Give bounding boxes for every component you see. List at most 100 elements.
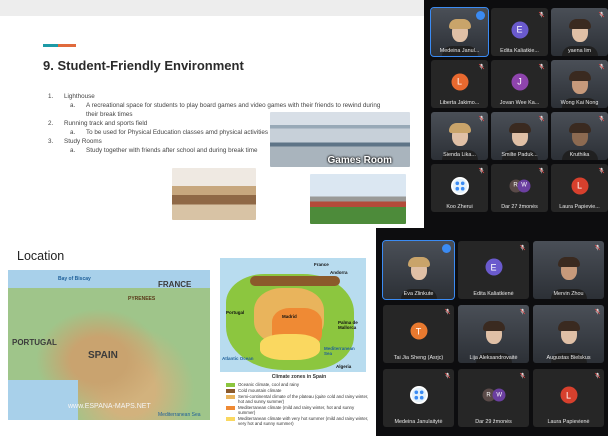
participant-tile[interactable]: L Liberta Jakimo... (431, 60, 488, 108)
legend-swatch (226, 406, 235, 410)
mic-muted-icon (538, 63, 545, 70)
participant-face (508, 123, 531, 146)
list-letter: a. (70, 147, 76, 154)
participant-name: Dar 27 žmonės (501, 204, 538, 210)
slide-title: 9. Student-Friendly Environment (43, 58, 244, 73)
participant-tile[interactable]: L Laura Papievie... (551, 164, 608, 212)
participant-tile[interactable]: yaena lim (551, 8, 608, 56)
list-label: Running track and sports field (64, 120, 148, 127)
list-label: Study Rooms (64, 138, 102, 145)
photo-caption: Games Room (327, 155, 392, 166)
participant-tile[interactable]: T Tai Jia Sheng (Asrjc) (383, 305, 454, 363)
mic-muted-icon (598, 63, 605, 70)
participant-face (568, 19, 591, 42)
mic-muted-icon (538, 167, 545, 174)
participant-name: Lija Aleksandrovaitė (469, 355, 518, 361)
participant-name: Edita Kaliatkie... (500, 48, 539, 54)
participant-face (557, 257, 580, 280)
participant-tile[interactable]: Lija Aleksandrovaitė (458, 305, 529, 363)
participant-name: yaena lim (567, 48, 592, 54)
avatar-initial: L (456, 76, 462, 87)
avatar-initial: W (521, 182, 527, 189)
speaking-badge (476, 11, 485, 20)
participant-name: Tai Jia Sheng (Asrjc) (393, 355, 444, 361)
avatar: E (485, 258, 502, 276)
mic-muted-icon (478, 63, 485, 70)
participant-tile[interactable]: Wong Kai Nong (551, 60, 608, 108)
map-label: Bay of Biscay (58, 276, 91, 282)
mic-muted-icon (598, 115, 605, 122)
avatar: E (511, 21, 528, 39)
legend-row: Semi-continental climate of the plateau … (226, 394, 372, 404)
study-room-photo (172, 168, 256, 220)
participant-name: Edita Kaliatkienė (473, 291, 514, 297)
participant-tile[interactable]: Koo Zherui (431, 164, 488, 212)
slide-accent-line (43, 44, 76, 47)
list-number: 3. (48, 138, 54, 145)
spain-physical-map: Bay of Biscay FRANCE PYRENEES PORTUGAL S… (8, 270, 210, 420)
participant-name: Jovan Wee Ka... (499, 100, 540, 106)
meeting-screen: 9. Student-Friendly Environment 1. Lighth… (0, 0, 608, 436)
map-label: Andorra (330, 270, 348, 275)
participant-name: Eva Zlinkute (403, 291, 434, 297)
participant-tile[interactable]: Eva Zlinkute (382, 240, 455, 300)
participant-tile[interactable]: Medeina Janul... (430, 7, 489, 57)
participant-name: Laura Papievienė (547, 419, 590, 425)
participant-tile[interactable]: E Edita Kaliatkienė (458, 241, 529, 299)
games-room-photo: Games Room (270, 112, 410, 167)
participant-name: Medeina Janulaitytė (394, 419, 443, 425)
participant-name: Liberta Jakimo... (439, 100, 480, 106)
avatar-initial: L (565, 390, 571, 401)
map-label: Madrid (282, 314, 297, 319)
map-watermark: www.ESPANA-MAPS.NET (68, 403, 151, 410)
mic-muted-icon (538, 115, 545, 122)
running-track-photo (310, 174, 406, 224)
participant-tile[interactable]: Kruthika (551, 112, 608, 160)
mic-muted-icon (594, 308, 601, 315)
map-label: Mediterranean Sea (158, 412, 201, 418)
participant-tile[interactable]: E Edita Kaliatkie... (491, 8, 548, 56)
list-label: Lighthouse (64, 93, 95, 100)
map-zone-hot (260, 334, 320, 360)
participant-name: Sienda Lika... (443, 152, 476, 158)
avatar-initial: T (415, 326, 422, 337)
list-letter: a. (70, 129, 76, 136)
map-label: France (314, 262, 329, 267)
participant-tile[interactable]: R W Dar 29 žmonės (458, 369, 529, 427)
participant-tile[interactable]: Mervin Zhou (533, 241, 604, 299)
avatar: J (511, 73, 528, 91)
participant-tile[interactable]: R W Dar 27 žmonės (491, 164, 548, 212)
participant-name: Kruthika (569, 152, 590, 158)
avatar-initial: R (486, 392, 491, 399)
participant-name: Smilte Paduk... (501, 152, 538, 158)
mic-muted-icon (444, 308, 451, 315)
avatar-initial: J (517, 76, 522, 87)
map-label: PORTUGAL (12, 338, 57, 347)
slide-title: Location (17, 249, 65, 263)
avatar: L (560, 386, 577, 404)
participant-icon (450, 176, 469, 195)
participant-name: Laura Papievie... (559, 204, 600, 210)
list-letter: a. (70, 102, 76, 109)
participant-name: Medeina Janul... (439, 48, 480, 54)
participant-tile[interactable]: Sienda Lika... (431, 112, 488, 160)
map-label: FRANCE (158, 280, 192, 289)
speaking-badge (442, 244, 451, 253)
participant-face (448, 19, 471, 42)
mic-muted-icon (594, 244, 601, 251)
list-subtext: To be used for Physical Education classe… (86, 129, 268, 136)
avatar: L (571, 177, 588, 195)
map-label: Mediterranean Sea (324, 346, 355, 356)
mic-muted-icon (538, 11, 545, 18)
participant-tile[interactable]: Augustas Bielskus (533, 305, 604, 363)
map-zone-mountain (250, 276, 340, 286)
participant-tile[interactable]: L Laura Papievienė (533, 369, 604, 427)
participant-face (482, 321, 505, 344)
avatar: T (410, 322, 427, 340)
avatar: W (517, 179, 531, 193)
participant-tile[interactable]: J Jovan Wee Ka... (491, 60, 548, 108)
legend-text: Mediterranean climate (mild and rainy wi… (238, 405, 355, 415)
participant-tile[interactable]: Smilte Paduk... (491, 112, 548, 160)
participant-tile[interactable]: Medeina Janulaitytė (383, 369, 454, 427)
mic-muted-icon (598, 167, 605, 174)
